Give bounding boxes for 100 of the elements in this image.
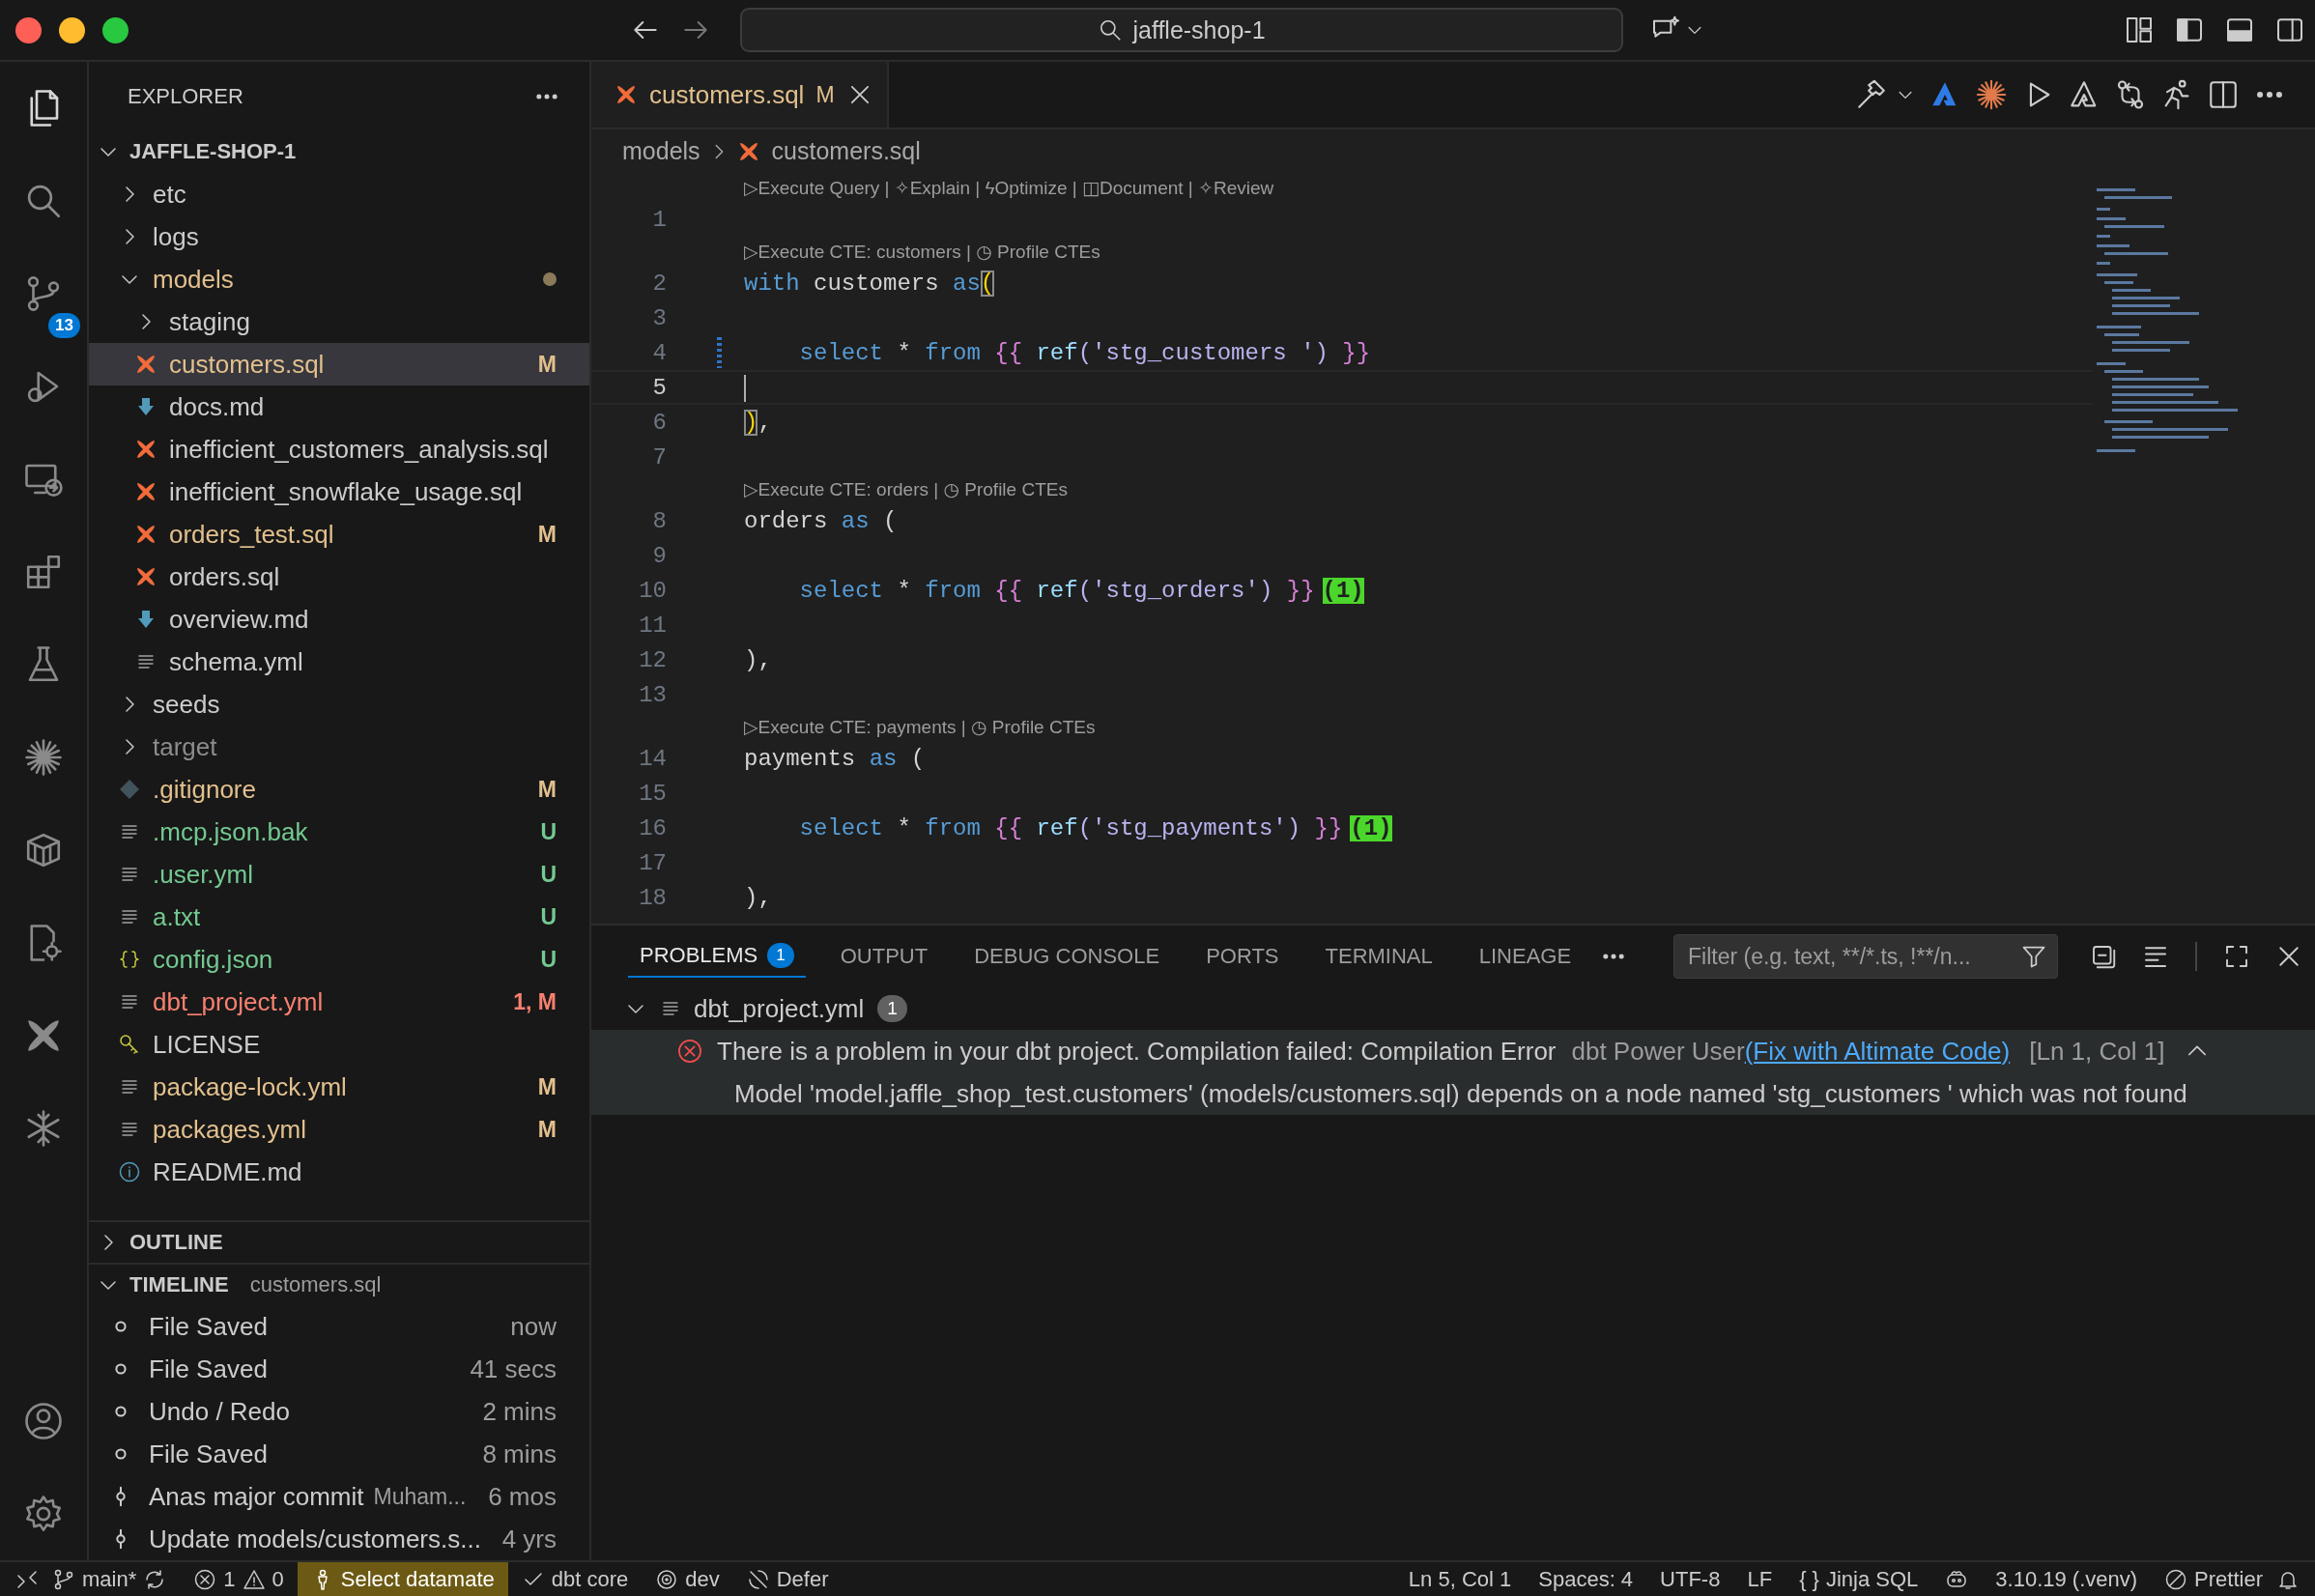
status-item[interactable]: Prettier	[2151, 1562, 2276, 1596]
tree-item[interactable]: .gitignore M	[89, 768, 589, 811]
tree-item[interactable]: seeds	[89, 683, 589, 726]
file-name: customers.sql	[249, 1272, 382, 1297]
problem-item[interactable]	[591, 1030, 2315, 1115]
tab-label: customers.sql	[649, 79, 805, 110]
minimize-window-button[interactable]	[59, 16, 85, 43]
tree-item[interactable]: packages.yml M	[89, 1108, 589, 1151]
tree-item[interactable]: orders.sql	[89, 556, 589, 598]
status-item[interactable]: dbt core	[507, 1562, 643, 1596]
tree-item[interactable]: README.md	[89, 1151, 589, 1193]
file-name: orders_test.sql	[169, 519, 334, 550]
fix-link[interactable]: (Fix with Altimate Code)	[1744, 1036, 2011, 1067]
problems-status[interactable]: 1 0	[180, 1562, 298, 1596]
command-center-search[interactable]: jaffle-shop-1	[740, 8, 1623, 52]
tree-item[interactable]: schema.yml	[89, 641, 589, 683]
file-name: dbt_project.yml	[153, 986, 324, 1017]
timeline-label: File Saved	[149, 1354, 268, 1384]
line-number: 11	[638, 612, 667, 639]
panel-tab[interactable]: TERMINAL	[1313, 935, 1444, 978]
section-header[interactable]: OUTLINE	[89, 1220, 589, 1263]
breadcrumb-item[interactable]: models	[622, 137, 700, 165]
status-item[interactable]: LF	[1733, 1562, 1786, 1596]
panel-tab[interactable]: DEBUG CONSOLE	[962, 935, 1172, 978]
timeline-item[interactable]: File Saved now	[89, 1305, 589, 1348]
asterisk-icon[interactable]	[23, 737, 64, 778]
code-line: payments as (	[744, 745, 926, 772]
breadcrumb-item[interactable]: customers.sql	[771, 137, 921, 165]
file-name: inefficient_snowflake_usage.sql	[169, 476, 523, 507]
tree-item[interactable]: target	[89, 726, 589, 768]
status-item[interactable]: Select datamate	[297, 1562, 508, 1596]
tree-item[interactable]: config.json U	[89, 938, 589, 981]
key-icon	[118, 1033, 141, 1056]
tree-item[interactable]: .user.yml U	[89, 853, 589, 896]
tree-item[interactable]: customers.sql M	[89, 343, 589, 385]
language-status[interactable]: { } Jinja SQL	[1786, 1562, 1932, 1596]
status-item[interactable]: Defer	[732, 1562, 843, 1596]
panel-tab[interactable]: PORTS	[1194, 935, 1291, 978]
tree-item[interactable]: a.txt U	[89, 896, 589, 938]
tree-item[interactable]: logs	[89, 215, 589, 258]
timeline-item[interactable]: Update models/customers.s... 4 yrs	[89, 1518, 589, 1560]
filter-field[interactable]: Filter (e.g. text, **/*.ts, !**/n...	[1673, 934, 2058, 979]
editor-tab[interactable]: customers.sql M	[591, 62, 889, 128]
timestamp: 8 mins	[482, 1439, 557, 1469]
count-badge: 13	[48, 313, 80, 338]
timeline-item[interactable]: File Saved 8 mins	[89, 1433, 589, 1475]
split-editor-icon[interactable]	[2207, 78, 2240, 111]
section-header[interactable]: JAFFLE-SHOP-1	[89, 130, 589, 173]
timeline-item[interactable]: Undo / Redo 2 mins	[89, 1390, 589, 1433]
section-title: OUTLINE	[129, 1230, 223, 1255]
tree-item[interactable]: docs.md	[89, 385, 589, 428]
section-header[interactable]: TIMELINE customers.sql	[89, 1263, 589, 1305]
customize-layout-icon[interactable]	[2124, 14, 2155, 45]
asterisk-icon[interactable]	[1975, 78, 2008, 111]
code-lens[interactable]: ▷Execute Query | ✧Explain | ϟOptimize | ◫Document | ✧Review	[744, 176, 1274, 199]
panel-tab[interactable]: OUTPUT	[828, 935, 940, 978]
tree-item[interactable]: staging	[89, 300, 589, 343]
status-item[interactable]: 3.10.19 (.venv)	[1982, 1562, 2152, 1596]
code-lens[interactable]: ▷Execute CTE: payments | ◷ Profile CTEs	[744, 715, 1096, 738]
panel-tab[interactable]: PROBLEMS 1	[628, 935, 806, 978]
count-badge: 1	[877, 995, 907, 1022]
status-label: Select datamate	[340, 1566, 495, 1592]
tree-item[interactable]: etc	[89, 173, 589, 215]
git-status: M	[537, 521, 557, 548]
git-status: U	[540, 818, 557, 845]
tree-item[interactable]: inefficient_customers_analysis.sql	[89, 428, 589, 470]
tree-item[interactable]: LICENSE	[89, 1023, 589, 1066]
tree-item[interactable]: inefficient_snowflake_usage.sql	[89, 470, 589, 513]
status-label: Defer	[776, 1566, 829, 1592]
timestamp: 4 yrs	[501, 1524, 557, 1554]
hammer-icon[interactable]	[1855, 78, 1888, 111]
branch-status[interactable]: main*	[39, 1562, 181, 1596]
tree-item[interactable]: overview.md	[89, 598, 589, 641]
status-item[interactable]: dev	[642, 1562, 733, 1596]
code-lens[interactable]: ▷Execute CTE: customers | ◷ Profile CTEs	[744, 240, 1100, 263]
status-label: dev	[685, 1566, 720, 1592]
tree-item[interactable]: dbt_project.yml 1, M	[89, 981, 589, 1023]
timeline-item[interactable]: File Saved 41 secs	[89, 1348, 589, 1390]
settings-icon[interactable]	[23, 1494, 64, 1534]
code-lens[interactable]: ▷Execute CTE: orders | ◷ Profile CTEs	[744, 477, 1068, 500]
error-icon	[193, 1567, 217, 1591]
file-name: package-lock.yml	[153, 1071, 347, 1102]
error-icon	[676, 1038, 703, 1065]
timeline-item[interactable]: Anas major commit Muham... 6 mos	[89, 1475, 589, 1518]
json-file-icon	[118, 948, 141, 971]
status-item[interactable]: UTF-8	[1646, 1562, 1734, 1596]
account-icon[interactable]	[23, 1401, 64, 1441]
line-number: 1	[651, 206, 667, 233]
line-number: 6	[651, 409, 667, 436]
dbt-file-icon	[134, 353, 157, 376]
problem-file-row[interactable]: dbt_project.yml 1	[591, 987, 2315, 1030]
zoom-window-button[interactable]	[102, 16, 129, 43]
tree-item[interactable]: models	[89, 258, 589, 300]
tree-item[interactable]: orders_test.sql M	[89, 513, 589, 556]
status-item[interactable]: Spaces: 4	[1525, 1562, 1647, 1596]
close-window-button[interactable]	[15, 16, 42, 43]
tree-item[interactable]: package-lock.yml M	[89, 1066, 589, 1108]
tree-item[interactable]: .mcp.json.bak U	[89, 811, 589, 853]
panel-tab[interactable]: LINEAGE	[1467, 935, 1584, 978]
status-item[interactable]: Ln 5, Col 1	[1394, 1562, 1526, 1596]
